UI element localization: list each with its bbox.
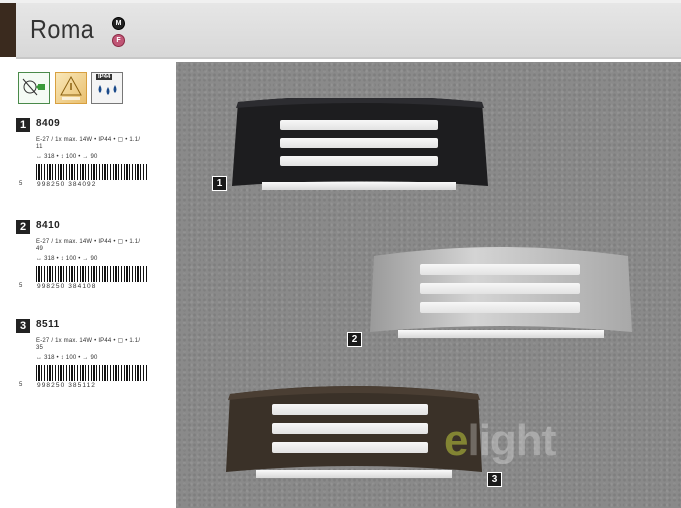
product-spec-line: 11 [36,144,43,150]
lamp-slot [420,264,580,275]
f-mark-icon: F [112,34,125,47]
product-spec-line: 35 [36,345,44,351]
barcode [36,164,148,180]
product-number-badge: 2 [16,220,30,234]
water-drops-icon: IP44 [91,72,123,104]
lamp-slot [420,283,580,294]
header-accent-strip [0,3,16,57]
lamp-black [232,98,488,190]
barcode-number: 998250 384092 [36,181,98,188]
product-spec-line: 49 [36,246,44,252]
watermark: elight [444,416,556,466]
energy-lamp-icon [18,72,50,104]
barcode [36,266,148,282]
barcode-lead-digit: 5 [19,181,23,187]
lamp-slot [280,120,438,130]
photo-label: 3 [487,472,502,487]
lamp-diffuser-base [256,470,452,478]
product-spec-line: E-27 / 1x max. 14W • IP44 • ▢ • 1.1/ [36,137,141,143]
photo-label: 2 [347,332,362,347]
lamp-warning-icon [55,72,87,104]
product-dimensions: ↔ 318 • ↕ 100 • → 90 [36,154,98,160]
photo-label: 1 [212,176,227,191]
lamp-diffuser-base [398,330,604,338]
lamp-slot [272,442,428,453]
product-spec-line: E-27 / 1x max. 14W • IP44 • ▢ • 1.1/ [36,239,141,245]
product-code: 8511 [36,319,60,330]
product-code: 8409 [36,118,61,129]
product-number-badge: 1 [16,118,30,132]
barcode-number: 998250 384108 [36,283,98,290]
barcode-lead-digit: 5 [19,283,23,289]
product-dimensions: ↔ 318 • ↕ 100 • → 90 [36,256,98,262]
header-bar: Roma M F [0,0,681,62]
lamp-slot [272,404,428,415]
lamp-slot [272,423,428,434]
barcode-number: 998250 385112 [36,382,98,389]
page-title: Roma [30,14,95,44]
watermark-e: e [444,416,469,465]
lamp-steel [370,242,632,338]
lamp-diffuser-base [262,182,456,190]
product-photo: 1 2 3 elight [176,62,681,508]
m-mark-icon: M [112,17,125,30]
product-number-badge: 3 [16,319,30,333]
product-list-column: IP44 1 8409 E-27 / 1x max. 14W • IP44 • … [0,62,176,508]
lamp-slot [420,302,580,313]
barcode [36,365,148,381]
header-title-band [16,3,681,59]
product-dimensions: ↔ 318 • ↕ 100 • → 90 [36,355,98,361]
lamp-slot [280,138,438,148]
watermark-text: light [467,416,556,465]
product-code: 8410 [36,220,61,231]
ip-rating-badge: IP44 [96,74,113,80]
product-spec-line: E-27 / 1x max. 14W • IP44 • ▢ • 1.1/ [36,338,141,344]
lamp-slot [280,156,438,166]
barcode-lead-digit: 5 [19,382,23,388]
